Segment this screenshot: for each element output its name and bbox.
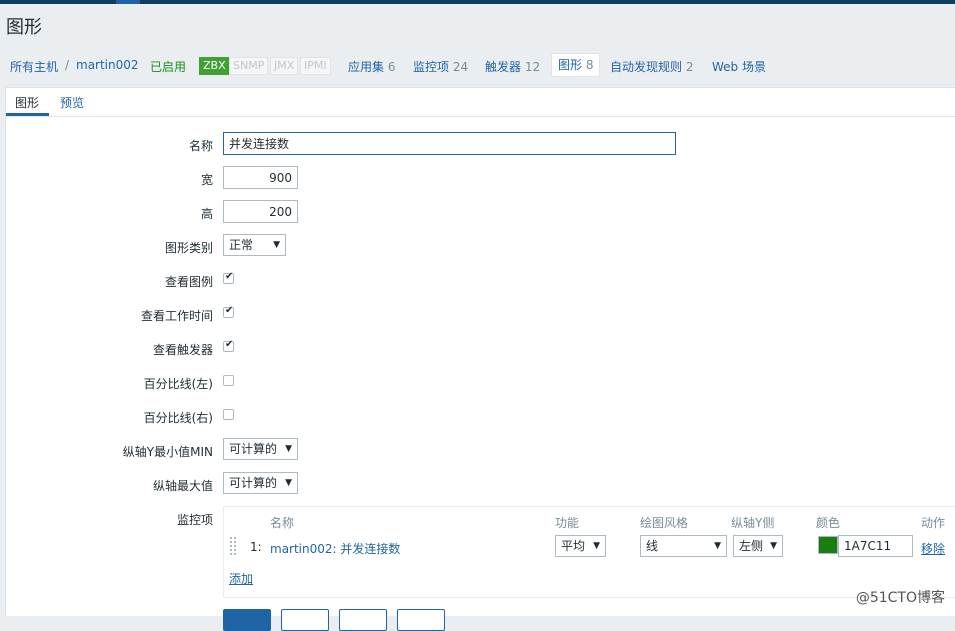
tag-jmx: JMX — [270, 57, 299, 75]
checkmark-icon: ✔ — [225, 305, 234, 316]
color-swatch[interactable] — [818, 536, 838, 554]
graphs-count: 8 — [585, 58, 594, 72]
tag-snmp: SNMP — [229, 57, 269, 75]
name-label: 名称 — [188, 139, 213, 153]
item-name-link[interactable]: martin002: 并发连接数 — [270, 540, 400, 557]
tag-ipmi: IPMI — [300, 57, 331, 75]
y-min-value: 可计算的 — [229, 442, 278, 456]
applications-label: 应用集 — [348, 60, 385, 74]
cancel-button[interactable] — [397, 609, 445, 631]
y-max-select[interactable]: 可计算的 ▼ — [223, 472, 298, 494]
breadcrumb-discovery-rules[interactable]: 自动发现规则 2 — [610, 58, 693, 75]
column-header-function: 功能 — [555, 516, 580, 530]
breadcrumb-all-hosts[interactable]: 所有主机 — [10, 58, 58, 75]
item-index: 1: — [250, 540, 262, 554]
y-min-select[interactable]: 可计算的 ▼ — [223, 438, 298, 460]
draw-style-value: 线 — [646, 539, 659, 553]
checkmark-icon: ✔ — [225, 339, 234, 350]
y-min-label: 纵轴Y最小值MIN — [122, 445, 213, 459]
remove-link[interactable]: 移除 — [921, 540, 945, 557]
show-triggers-checkbox[interactable]: ✔ — [223, 339, 234, 352]
chevron-down-icon: ▼ — [285, 478, 292, 488]
add-item-link[interactable]: 添加 — [229, 570, 253, 587]
breadcrumb-triggers[interactable]: 触发器 12 — [485, 58, 540, 75]
items-count: 24 — [452, 60, 469, 74]
discovery-label: 自动发现规则 — [610, 60, 683, 74]
breadcrumb-web-scenarios[interactable]: Web 场景 — [712, 58, 766, 75]
breadcrumb-host[interactable]: martin002 — [76, 58, 139, 72]
height-label: 高 — [200, 207, 213, 221]
checkmark-icon: ✔ — [225, 271, 234, 282]
graph-items-table: 名称 功能 绘图风格 纵轴Y侧 颜色 动作 1: martin002: 并发连接… — [223, 506, 955, 598]
height-input[interactable] — [223, 200, 298, 223]
chevron-down-icon: ▼ — [770, 541, 777, 551]
discovery-count: 2 — [685, 60, 694, 74]
items-label: 监控项 — [413, 60, 450, 74]
items-section-label: 监控项 — [176, 513, 213, 527]
breadcrumb-separator: / — [65, 58, 70, 72]
function-value: 平均 — [561, 539, 586, 553]
percentile-left-label: 百分比线(左) — [143, 377, 213, 391]
active-tab-indicator — [6, 113, 49, 116]
clone-button[interactable] — [281, 609, 329, 631]
graph-type-label: 图形类别 — [164, 241, 213, 255]
column-header-y-axis-side: 纵轴Y侧 — [731, 516, 775, 530]
page-title: 图形 — [6, 17, 42, 38]
color-input[interactable] — [838, 535, 913, 557]
y-max-label: 纵轴最大值 — [152, 479, 213, 493]
tag-zbx: ZBX — [199, 57, 230, 75]
chevron-down-icon: ▼ — [714, 541, 721, 551]
column-header-action: 动作 — [921, 516, 946, 530]
show-worktime-checkbox[interactable]: ✔ — [223, 305, 234, 318]
form-tabs: 图形 预览 — [6, 88, 955, 117]
chevron-down-icon: ▼ — [273, 240, 280, 250]
y-max-value: 可计算的 — [229, 476, 278, 490]
draw-style-select[interactable]: 线 ▼ — [640, 535, 727, 557]
percentile-left-checkbox[interactable] — [223, 375, 234, 386]
chevron-down-icon: ▼ — [593, 541, 600, 551]
show-legend-label: 查看图例 — [164, 275, 213, 289]
y-axis-side-value: 左侧 — [739, 539, 764, 553]
show-triggers-label: 查看触发器 — [152, 343, 213, 357]
function-select[interactable]: 平均 ▼ — [555, 535, 606, 557]
top-navigation-bar — [0, 0, 955, 4]
chevron-down-icon: ▼ — [285, 444, 292, 454]
tab-graph[interactable]: 图形 — [15, 94, 39, 111]
update-button[interactable] — [223, 609, 271, 631]
graph-form-panel: 图形 预览 名称 宽 高 图形类别 正常 ▼ 查看图例 ✔ 查看工作时间 ✔ 查看… — [5, 87, 955, 631]
graph-type-select[interactable]: 正常 ▼ — [223, 234, 286, 256]
percentile-right-checkbox[interactable] — [223, 409, 234, 420]
breadcrumb-graphs[interactable]: 图形 8 — [551, 53, 601, 77]
column-header-color: 颜色 — [816, 516, 841, 530]
width-input[interactable] — [223, 166, 298, 189]
graphs-label: 图形 — [558, 58, 583, 72]
triggers-count: 12 — [524, 60, 541, 74]
show-worktime-label: 查看工作时间 — [140, 309, 213, 323]
column-header-name: 名称 — [270, 516, 295, 530]
triggers-label: 触发器 — [485, 60, 522, 74]
name-input[interactable] — [223, 132, 676, 155]
host-status[interactable]: 已启用 — [150, 58, 186, 75]
percentile-right-label: 百分比线(右) — [143, 411, 213, 425]
graph-type-value: 正常 — [229, 238, 254, 252]
watermark: @51CTO博客 — [855, 590, 945, 606]
applications-count: 6 — [387, 60, 396, 74]
active-menu-marker — [116, 0, 140, 4]
breadcrumb: 所有主机 / martin002 已启用 ZBX SNMP JMX IPMI 应… — [0, 50, 955, 80]
breadcrumb-applications[interactable]: 应用集 6 — [348, 58, 395, 75]
column-header-draw-style: 绘图风格 — [640, 516, 689, 530]
delete-button[interactable] — [339, 609, 387, 631]
breadcrumb-items[interactable]: 监控项 24 — [413, 58, 468, 75]
tab-preview[interactable]: 预览 — [60, 94, 84, 111]
y-axis-side-select[interactable]: 左侧 ▼ — [733, 535, 783, 557]
show-legend-checkbox[interactable]: ✔ — [223, 271, 234, 284]
drag-handle-icon[interactable] — [230, 537, 236, 555]
width-label: 宽 — [200, 173, 213, 187]
